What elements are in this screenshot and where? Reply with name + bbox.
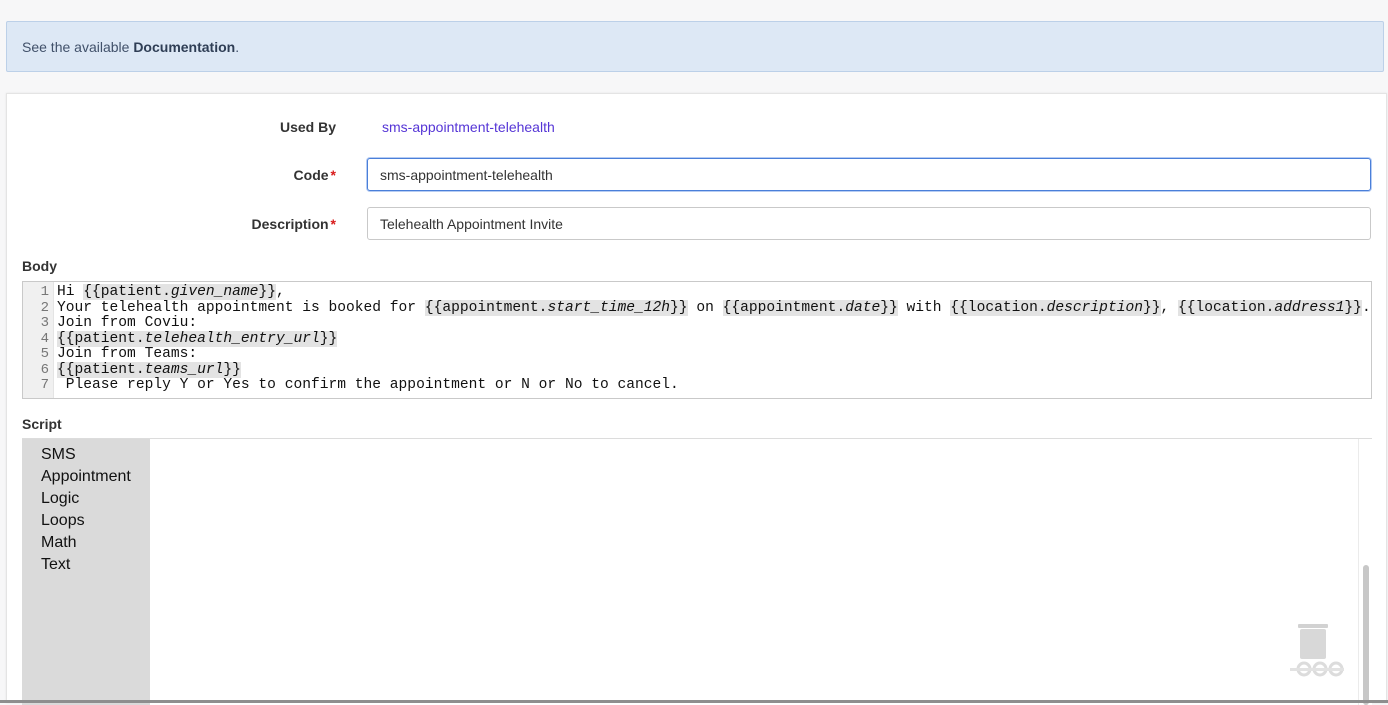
notice-text: See the available — [22, 39, 130, 55]
template-variable: {{appointment.date}} — [722, 299, 898, 316]
toolbox-category-sms[interactable]: SMS — [22, 445, 150, 467]
code-line: 4 {{patient.telehealth_entry_url}} — [23, 330, 1371, 348]
documentation-link[interactable]: Documentation — [133, 39, 235, 55]
notice-period: . — [235, 39, 240, 55]
line-number: 3 — [40, 315, 49, 331]
template-variable: {{patient.given_name}} — [83, 284, 276, 300]
line-number: 7 — [40, 377, 49, 393]
line-code: Your telehealth appointment is booked fo… — [57, 299, 1371, 316]
toolbox-category-logic[interactable]: Logic — [22, 489, 150, 511]
body-code-editor[interactable]: 1 Hi {{patient.given_name}}, 2 Your telehea… — [22, 281, 1372, 399]
line-code: Join from Coviu: — [57, 315, 198, 331]
workspace-scrollbar[interactable] — [1363, 565, 1369, 705]
code-line: 3 Join from Coviu: — [23, 315, 1371, 332]
line-code: Hi {{patient.given_name}}, — [57, 284, 285, 300]
required-asterisk: * — [330, 216, 336, 232]
line-number: 4 — [40, 330, 49, 347]
template-variable: {{appointment.start_time_12h}} — [424, 299, 688, 316]
line-number: 1 — [40, 284, 49, 300]
line-number: 2 — [40, 299, 49, 316]
template-variable: {{location.address1}} — [1178, 299, 1362, 316]
documentation-notice: See the available Documentation. — [6, 21, 1384, 72]
trash-can-icon[interactable] — [1290, 624, 1362, 689]
required-asterisk: * — [330, 167, 336, 183]
line-number: 5 — [40, 346, 49, 362]
script-workspace[interactable]: SMS Appointment Logic Loops Math Text — [22, 438, 1372, 705]
template-variable: {{patient.teams_url}} — [57, 361, 241, 378]
code-label: Code * — [294, 167, 336, 183]
description-label: Description * — [252, 216, 336, 232]
code-line: 1 Hi {{patient.given_name}}, — [23, 284, 1371, 301]
used-by-label-text: Used By — [279, 119, 336, 135]
used-by-label: Used By — [280, 119, 336, 135]
body-label: Body — [22, 258, 57, 274]
line-code: {{patient.teams_url}} — [57, 361, 241, 379]
code-input[interactable] — [367, 158, 1371, 191]
line-number: 6 — [40, 361, 49, 378]
block-toolbox: SMS Appointment Logic Loops Math Text — [22, 439, 150, 705]
template-variable: {{patient.telehealth_entry_url}} — [57, 330, 338, 347]
template-form-card: Used By sms-appointment-telehealth Code *… — [6, 93, 1387, 705]
code-line: 7 Please reply Y or Yes to confirm the a… — [23, 377, 1371, 394]
code-line: 6 {{patient.teams_url}} — [23, 361, 1371, 379]
line-code: {{patient.telehealth_entry_url}} — [57, 330, 338, 348]
script-label: Script — [22, 416, 62, 432]
code-line: 5 Join from Teams: — [23, 346, 1371, 363]
code-label-text: Code — [293, 167, 329, 183]
line-code: Join from Teams: — [57, 346, 198, 362]
used-by-link[interactable]: sms-appointment-telehealth — [382, 119, 555, 135]
toolbox-category-math[interactable]: Math — [22, 533, 150, 555]
description-label-text: Description — [251, 216, 329, 232]
toolbox-category-text[interactable]: Text — [22, 555, 150, 577]
toolbox-category-appointment[interactable]: Appointment — [22, 467, 150, 489]
code-line: 2 Your telehealth appointment is booked f… — [23, 299, 1371, 317]
description-input[interactable] — [367, 207, 1371, 240]
line-code: Please reply Y or Yes to confirm the app… — [57, 377, 679, 393]
toolbox-category-loops[interactable]: Loops — [22, 511, 150, 533]
template-variable: {{location.description}} — [950, 299, 1161, 316]
